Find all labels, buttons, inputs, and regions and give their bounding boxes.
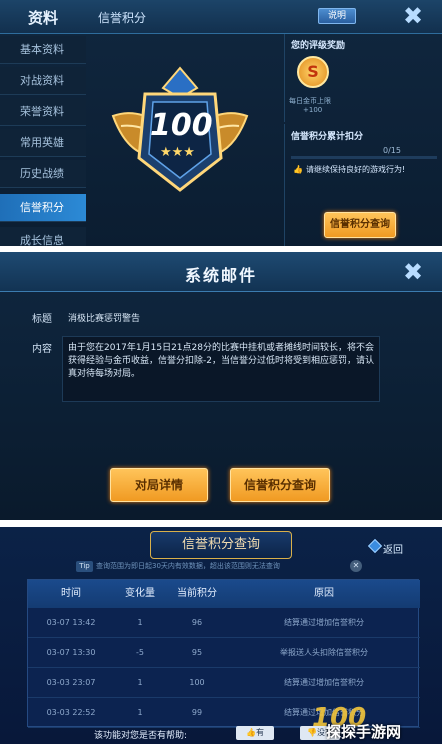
credit-query-button[interactable]: 信誉积分查询	[324, 212, 396, 238]
sidebar-item-growth[interactable]: 成长信息	[0, 227, 86, 246]
system-mail-panel: 系统邮件 ✖ 标题 消极比赛惩罚警告 内容 由于您在2017年1月15日21点2…	[0, 252, 442, 520]
close-icon[interactable]: ✖	[398, 260, 428, 284]
credit-history-panel: 信誉积分查询 返回 Tip 查询范围为即日起30天内有效数据，超出该范围则无法查…	[0, 527, 442, 744]
cell-change: 1	[137, 708, 143, 717]
watermark-text: 探探手游网	[326, 723, 402, 741]
cell-time: 03-07 13:30	[46, 648, 96, 657]
cell-change: 1	[137, 678, 143, 687]
score-value: 100	[150, 108, 213, 143]
sidebar-item-basic[interactable]: 基本资料	[0, 36, 86, 64]
close-icon[interactable]: ✖	[398, 4, 428, 28]
thumbs-up-icon: 👍	[246, 728, 256, 737]
cell-time: 03-03 22:52	[46, 708, 96, 717]
cell-score: 100	[189, 678, 205, 687]
cell-reason: 结算通过增加信誉积分	[284, 678, 364, 687]
cell-change: -5	[136, 648, 144, 657]
mail-content: 由于您在2017年1月15日21点28分的比赛中挂机或者摊线时间较长，将不会获得…	[68, 343, 374, 379]
deduction-title: 信誉积分累计扣分	[291, 132, 364, 142]
reward-title: 您的评级奖励	[291, 41, 346, 51]
profile-header	[0, 0, 442, 34]
deduction-tip: 👍 请继续保持良好的游戏行为!	[293, 164, 405, 175]
sidebar: 基本资料 对战资料 荣誉资料 常用英雄 历史战绩 信誉积分 成长信息	[0, 36, 86, 246]
subject-label: 标题	[32, 314, 52, 325]
help-yes-label: 有	[255, 728, 264, 737]
page-title: 信誉积分	[98, 11, 147, 25]
mail-title: 系统邮件	[184, 266, 257, 285]
cell-change: 1	[137, 618, 143, 627]
match-detail-button[interactable]: 对局详情	[110, 468, 208, 502]
header-reason: 原因	[314, 588, 334, 599]
cell-time: 03-03 23:07	[46, 678, 96, 687]
tip-text: 查询范围为即日起30天内有效数据，超出该范围则无法查询	[96, 562, 280, 570]
table-row: 03-03 23:07 1 100 结算通过增加信誉积分	[28, 668, 420, 698]
table-header: 时间 变化量 当前积分 原因	[28, 580, 420, 608]
coin-reward-icon: S	[297, 56, 329, 88]
deduction-tip-text: 请继续保持良好的游戏行为!	[305, 165, 406, 174]
rank-stars: ★★★	[160, 145, 195, 160]
reward-value: +100	[303, 106, 323, 114]
header-time: 时间	[61, 588, 81, 599]
back-diamond-icon[interactable]	[367, 538, 383, 554]
site-watermark: 100 探探手游网	[306, 703, 442, 744]
sidebar-item-history[interactable]: 历史战绩	[0, 160, 86, 188]
header-score: 当前积分	[177, 588, 217, 599]
help-question: 该功能对您是否有帮助:	[94, 731, 188, 741]
tip-close-icon[interactable]: ✕	[350, 560, 362, 572]
sidebar-item-battle[interactable]: 对战资料	[0, 67, 86, 95]
sidebar-item-honor[interactable]: 荣誉资料	[0, 98, 86, 126]
sidebar-item-credit[interactable]: 信誉积分	[0, 194, 86, 222]
reward-label: 每日金币上限	[289, 97, 331, 105]
sidebar-item-heroes[interactable]: 常用英雄	[0, 129, 86, 157]
content-label: 内容	[32, 344, 52, 355]
cell-score: 96	[191, 618, 203, 627]
cell-reason: 举报送人头扣除信誉积分	[280, 648, 368, 657]
cell-time: 03-07 13:42	[46, 618, 96, 627]
help-yes-button[interactable]: 👍有	[236, 726, 274, 740]
cell-score: 99	[191, 708, 203, 717]
cell-score: 95	[191, 648, 203, 657]
table-row: 03-07 13:42 1 96 结算通过增加信誉积分	[28, 608, 420, 638]
thumbs-up-icon: 👍	[293, 165, 303, 174]
tip-badge: Tip	[76, 561, 93, 572]
header-change: 变化量	[125, 588, 155, 599]
explain-button[interactable]: 说明	[318, 8, 356, 24]
profile-tab-title: 资料	[28, 9, 59, 27]
cell-reason: 结算通过增加信誉积分	[284, 618, 364, 627]
mail-subject: 消极比赛惩罚警告	[68, 314, 141, 324]
mail-content-box: 由于您在2017年1月15日21点28分的比赛中挂机或者摊线时间较长，将不会获得…	[62, 336, 380, 402]
reward-section: 您的评级奖励 S 每日金币上限 +100	[284, 34, 442, 122]
history-title: 信誉积分查询	[150, 531, 292, 559]
table-row: 03-07 13:30 -5 95 举报送人头扣除信誉积分	[28, 638, 420, 668]
credit-score-panel: 资料 信誉积分 说明 ✖ 基本资料 对战资料 荣誉资料 常用英雄 历史战绩 信誉…	[0, 0, 442, 246]
back-button[interactable]: 返回	[383, 541, 403, 556]
deduction-progress-bar	[291, 156, 437, 159]
deduction-count: 0/15	[383, 146, 401, 155]
credit-query-button-2[interactable]: 信誉积分查询	[230, 468, 330, 502]
